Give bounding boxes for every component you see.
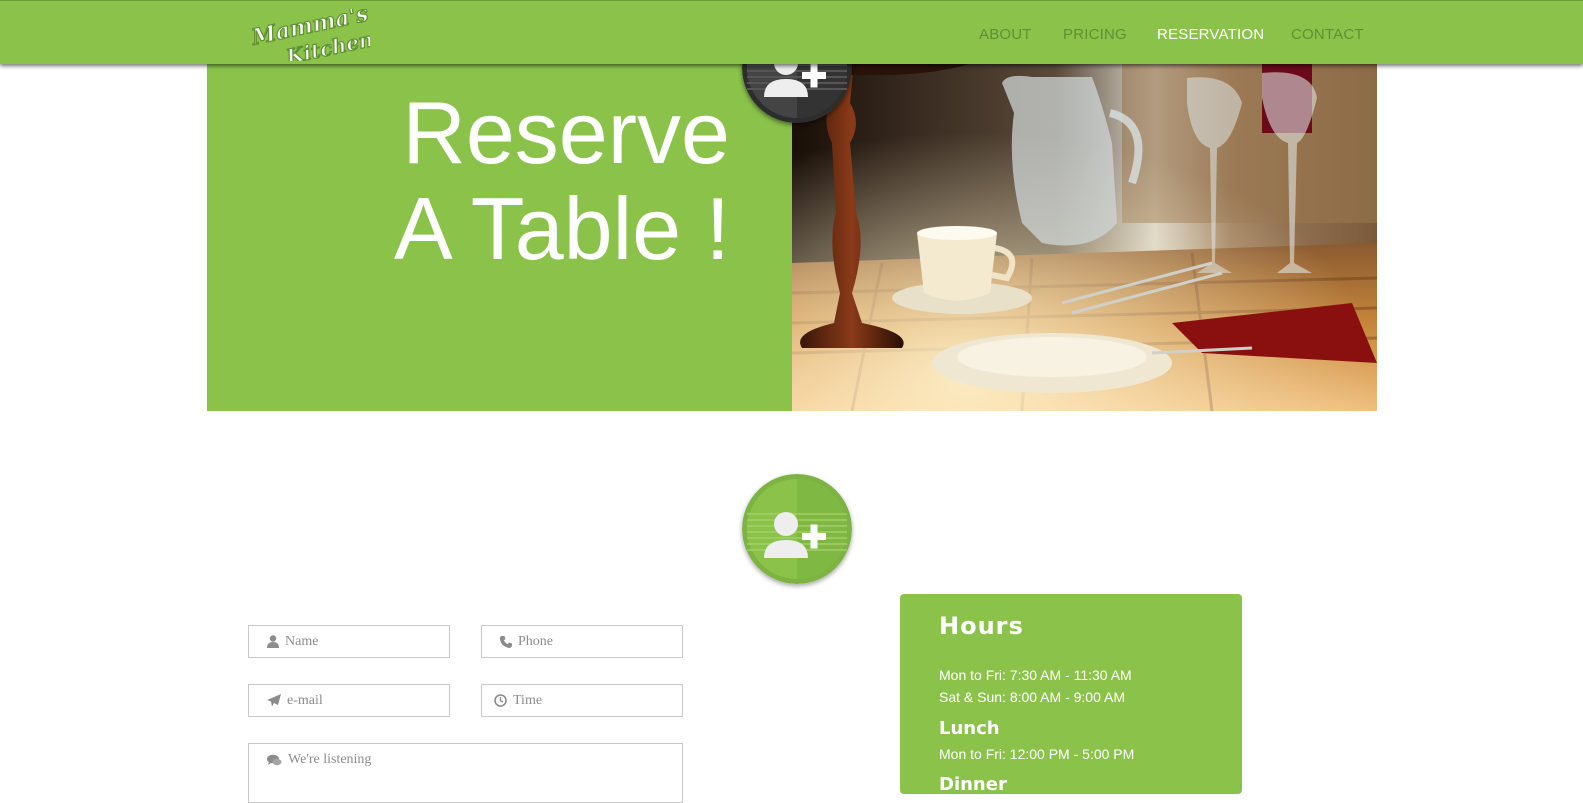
hero-table-photo [792,63,1377,411]
email-field[interactable] [248,684,450,717]
time-input[interactable] [513,692,663,709]
message-input[interactable] [288,752,648,792]
email-input[interactable] [287,692,437,709]
hours-title: Hours [939,612,1024,640]
message-field[interactable] [248,743,683,803]
nav-about[interactable]: ABOUT [979,26,1032,43]
logo-script-icon: Mamma's Kitchen [248,0,376,70]
nav-contact[interactable]: CONTACT [1291,26,1364,43]
hours-panel: Hours Mon to Fri: 7:30 AM - 11:30 AM Sat… [900,594,1242,795]
hero-title-line2: A Table ! [394,179,730,278]
name-field[interactable] [248,625,450,658]
lunch-heading: Lunch [939,718,1000,739]
phone-field[interactable] [481,625,683,658]
user-icon [267,635,279,648]
clock-icon [494,694,507,707]
top-navbar: Mamma's Kitchen ABOUT PRICING RESERVATIO… [0,0,1583,70]
phone-input[interactable] [518,633,668,650]
dinner-heading: Dinner [939,774,1007,795]
breakfast-hours-weekday: Mon to Fri: 7:30 AM - 11:30 AM [939,667,1132,683]
hero-title-line1: Reserve [402,83,730,182]
lunch-hours-weekday: Mon to Fri: 12:00 PM - 5:00 PM [939,746,1135,762]
phone-icon [500,635,512,648]
reservation-badge-green [742,474,852,584]
time-field[interactable] [481,684,683,717]
add-user-icon [742,474,852,584]
paper-plane-icon [267,694,281,707]
nav-reservation[interactable]: RESERVATION [1157,26,1264,43]
hero-title: Reserve A Table ! [394,85,730,277]
table-setting-image [792,63,1377,411]
brand-logo[interactable]: Mamma's Kitchen [248,0,376,70]
hero-panel: Reserve A Table ! [207,63,792,411]
nav-pricing[interactable]: PRICING [1063,26,1127,43]
comments-icon [267,754,282,766]
breakfast-hours-weekend: Sat & Sun: 8:00 AM - 9:00 AM [939,689,1125,705]
name-input[interactable] [285,633,435,650]
